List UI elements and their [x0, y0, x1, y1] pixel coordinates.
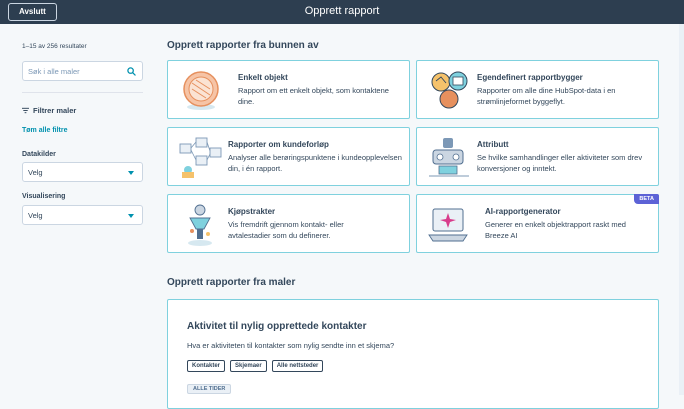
scrollbar[interactable] — [679, 24, 684, 395]
template-description: Hva er aktiviteten til kontakter som nyl… — [187, 341, 395, 350]
sidebar-divider — [22, 92, 143, 93]
card-funnels[interactable]: Kjøpstrakter Vis fremdrift gjennom konta… — [167, 194, 410, 253]
data-sources-label: Datakilder — [22, 151, 56, 158]
card-title: Attributt — [477, 140, 509, 149]
beta-badge: BETA — [634, 194, 659, 204]
clear-filters-link[interactable]: Tøm alle filtre — [22, 127, 68, 134]
card-description: Generer en enkelt objektrapport raskt me… — [485, 220, 626, 240]
chevron-down-icon — [128, 171, 134, 175]
tag: Skjemaer — [230, 360, 267, 372]
custom-builder-icon — [431, 71, 468, 109]
card-ai-report-generator[interactable]: BETA AI-rapportgenerator Generer en enke… — [416, 194, 659, 253]
card-title: Kjøpstrakter — [228, 207, 276, 216]
card-attribution[interactable]: Attributt Se hvilke samhandlinger eller … — [416, 127, 659, 186]
filter-heading-label: Filtrer maler — [33, 105, 77, 115]
top-bar: Avslutt Opprett rapport — [0, 0, 684, 24]
period-badge: ALLE TIDER — [187, 384, 232, 394]
card-title: Enkelt objekt — [238, 73, 288, 82]
card-custom-report-builder[interactable]: Egendefinert rapportbygger Rapporter om … — [416, 60, 659, 119]
template-tags: Kontakter Skjemaer Alle nettsteder — [187, 360, 324, 372]
filter-heading: Filtrer maler — [22, 105, 76, 115]
card-title: AI-rapportgenerator — [485, 207, 561, 216]
customer-journey-icon — [179, 137, 222, 178]
visualization-select[interactable]: Velg — [22, 205, 143, 225]
visualization-value: Velg — [28, 211, 43, 220]
search-placeholder: Søk i alle maler — [28, 67, 80, 76]
funnel-icon — [188, 204, 212, 246]
card-description: Vis fremdrift gjennom kontakt- eller avt… — [228, 220, 344, 240]
page-title: Opprett rapport — [304, 5, 380, 17]
card-description: Rapporter om alle dine HubSpot-data i en… — [477, 86, 616, 106]
data-sources-value: Velg — [28, 168, 43, 177]
tag: Kontakter — [187, 360, 226, 372]
attribution-icon — [429, 138, 469, 177]
ai-generator-icon — [428, 208, 468, 242]
card-title: Rapporter om kundeforløp — [228, 140, 329, 149]
card-title: Egendefinert rapportbygger — [477, 73, 583, 82]
visualization-label: Visualisering — [22, 193, 66, 200]
search-icon[interactable] — [127, 67, 136, 76]
scratch-section-heading: Opprett rapporter fra bunnen av — [167, 40, 319, 51]
single-object-icon — [183, 71, 219, 110]
card-customer-journey[interactable]: Rapporter om kundeforløp Analyser alle b… — [167, 127, 410, 186]
filter-sidebar: 1–15 av 256 resultater Søk i alle maler … — [0, 24, 155, 395]
template-section-heading: Opprett rapporter fra maler — [167, 277, 296, 288]
results-count: 1–15 av 256 resultater — [22, 43, 87, 50]
search-input[interactable]: Søk i alle maler — [22, 61, 143, 81]
card-description: Rapport om ett enkelt objekt, som kontak… — [238, 86, 389, 106]
card-description: Analyser alle berøringspunktene i kundeo… — [228, 153, 402, 173]
filter-icon — [22, 107, 29, 113]
data-sources-select[interactable]: Velg — [22, 162, 143, 182]
tag: Alle nettsteder — [271, 360, 324, 372]
card-description: Se hvilke samhandlinger eller aktivitete… — [477, 153, 643, 173]
template-card[interactable]: Aktivitet til nylig opprettede kontakter… — [167, 299, 659, 409]
template-title: Aktivitet til nylig opprettede kontakter — [187, 321, 367, 332]
chevron-down-icon — [128, 214, 134, 218]
card-single-object[interactable]: Enkelt objekt Rapport om ett enkelt obje… — [167, 60, 410, 119]
